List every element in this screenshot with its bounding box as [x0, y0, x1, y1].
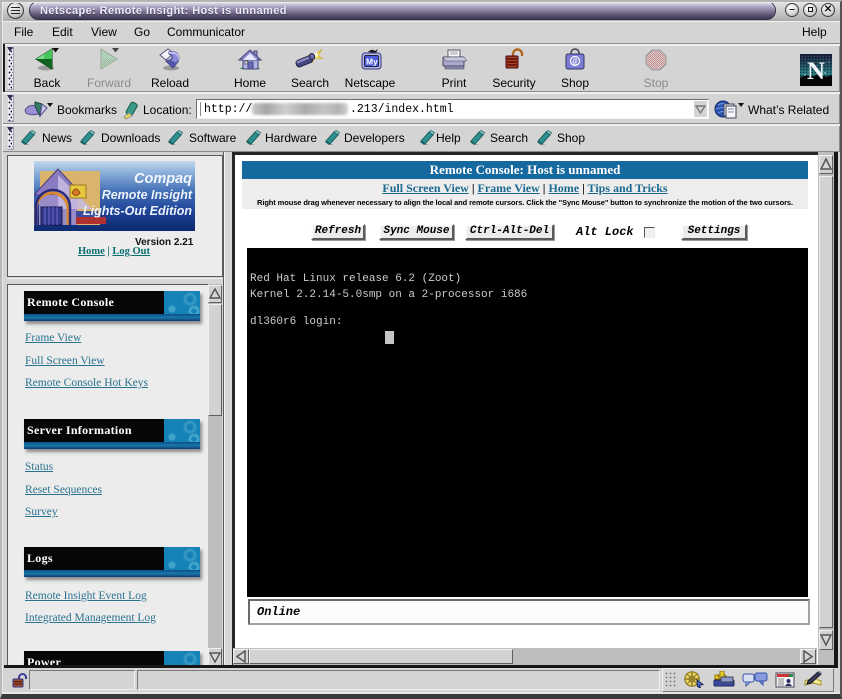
- svg-text:My: My: [366, 57, 378, 67]
- svg-text:Compaq: Compaq: [134, 171, 192, 187]
- svg-text:Remote Insight: Remote Insight: [102, 188, 193, 202]
- svg-text:N: N: [807, 58, 825, 85]
- svg-text:Lights-Out Edition: Lights-Out Edition: [83, 204, 192, 218]
- svg-text:@: @: [573, 58, 578, 67]
